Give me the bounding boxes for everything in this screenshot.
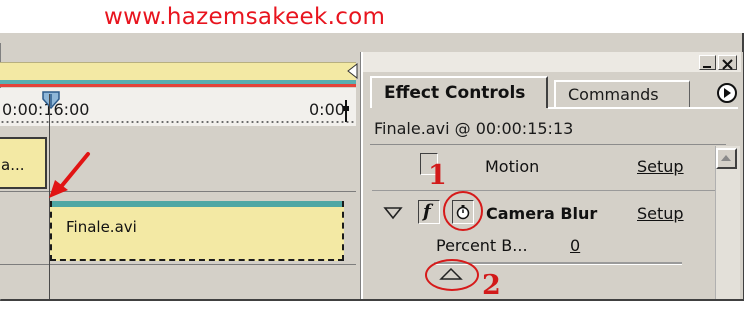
motion-effect-name: Motion (485, 157, 540, 176)
scroll-up-button[interactable] (716, 148, 737, 169)
effect-toggle-box[interactable]: f (418, 200, 440, 224)
collapse-triangle-icon[interactable] (383, 205, 403, 220)
ruler-marker-icon (343, 100, 349, 122)
close-button[interactable] (718, 55, 737, 70)
work-area-end-marker[interactable] (345, 62, 359, 80)
annotation-circle-2 (425, 259, 479, 291)
playhead-handle-icon[interactable] (40, 90, 62, 112)
work-area-bar[interactable] (0, 62, 356, 82)
timeline-header (0, 33, 365, 43)
effect-f-icon: f (423, 201, 431, 222)
track-divider (0, 264, 356, 265)
annotation-number-1: 1 (428, 160, 447, 191)
camera-blur-setup-link[interactable]: Setup (637, 204, 684, 223)
minimize-button[interactable] (699, 55, 716, 70)
tab-effect-controls-label: Effect Controls (384, 83, 526, 103)
camera-blur-effect-name: Camera Blur (486, 204, 598, 223)
tab-commands-label: Commands (568, 85, 659, 104)
tab-commands[interactable]: Commands (554, 80, 690, 107)
row-separator (372, 190, 715, 191)
clip-info-text: Finale.avi @ 00:00:15:13 (374, 119, 574, 138)
tab-effect-controls[interactable]: Effect Controls (370, 76, 548, 108)
previous-clip[interactable]: a... (0, 137, 47, 189)
previous-clip-label: a... (1, 156, 25, 174)
ruler-ticks (0, 120, 356, 124)
percent-blur-label: Percent B... (436, 236, 528, 255)
annotation-number-2: 2 (482, 270, 501, 301)
motion-setup-link[interactable]: Setup (637, 157, 684, 176)
clip-info-bar: Finale.avi @ 00:00:15:13 (370, 114, 726, 145)
tab-separator (548, 107, 738, 109)
panel-title-bar (363, 52, 741, 72)
clip-label: Finale.avi (66, 218, 137, 236)
render-indicator (0, 84, 356, 87)
annotation-circle-1 (443, 191, 483, 231)
clip-effect-bar (52, 201, 342, 207)
website-watermark: www.hazemsakeek.com (104, 4, 386, 30)
panel-menu-icon[interactable] (716, 82, 738, 104)
percent-blur-value[interactable]: 0 (570, 236, 580, 255)
ruler-time-right: 0:00 (309, 100, 345, 119)
red-arrow-icon (46, 150, 94, 200)
